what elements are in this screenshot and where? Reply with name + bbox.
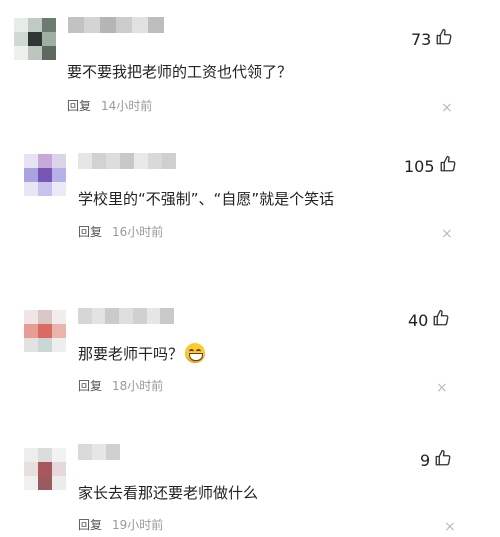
reply-button[interactable]: 回复 (67, 99, 91, 113)
like-button[interactable]: 105 (404, 155, 457, 177)
timestamp: 14小时前 (101, 99, 153, 113)
thumbs-up-icon (439, 155, 457, 177)
avatar[interactable] (24, 310, 66, 352)
like-count: 73 (411, 29, 432, 49)
comment-text: 家长去看那还要老师做什么 (78, 482, 258, 503)
like-count: 105 (404, 156, 435, 176)
avatar[interactable] (24, 154, 66, 196)
comment-text: 那要老师干吗？ (78, 343, 206, 364)
timestamp: 16小时前 (112, 225, 164, 239)
close-icon[interactable]: × (436, 381, 448, 395)
comment-text-content: 家长去看那还要老师做什么 (78, 484, 259, 502)
like-count: 40 (408, 310, 429, 330)
comment-meta: 回复 14小时前 (67, 97, 152, 114)
username-blurred[interactable] (78, 153, 176, 169)
thumbs-up-icon (434, 449, 452, 471)
reply-button[interactable]: 回复 (78, 379, 102, 393)
username-blurred[interactable] (78, 308, 174, 324)
comment-meta: 回复 18小时前 (78, 377, 163, 394)
avatar[interactable] (24, 448, 66, 490)
grinning-emoji-icon (185, 343, 206, 363)
comment-text: 要不要我把老师的工资也代领了？ (67, 61, 292, 82)
thumbs-up-icon (432, 309, 450, 331)
timestamp: 18小时前 (112, 379, 164, 393)
timestamp: 19小时前 (112, 518, 164, 532)
close-icon[interactable]: × (444, 520, 456, 534)
comment-text-content: 学校里的“不强制”、“自愿”就是个笑话 (78, 190, 335, 208)
avatar[interactable] (14, 18, 56, 60)
thumbs-up-icon (435, 28, 453, 50)
comment-meta: 回复 16小时前 (78, 223, 163, 240)
close-icon[interactable]: × (441, 227, 453, 241)
reply-button[interactable]: 回复 (78, 518, 102, 532)
like-button[interactable]: 9 (420, 449, 452, 471)
close-icon[interactable]: × (441, 101, 453, 115)
comment-meta: 回复 19小时前 (78, 516, 163, 533)
username-blurred[interactable] (78, 444, 120, 460)
reply-button[interactable]: 回复 (78, 225, 102, 239)
comment-text-content: 那要老师干吗？ (78, 345, 184, 363)
comment-text-content: 要不要我把老师的工资也代领了？ (67, 63, 293, 81)
like-button[interactable]: 40 (408, 309, 450, 331)
username-blurred[interactable] (68, 17, 164, 33)
like-count: 9 (420, 450, 431, 470)
like-button[interactable]: 73 (411, 28, 453, 50)
comment-text: 学校里的“不强制”、“自愿”就是个笑话 (78, 188, 334, 209)
